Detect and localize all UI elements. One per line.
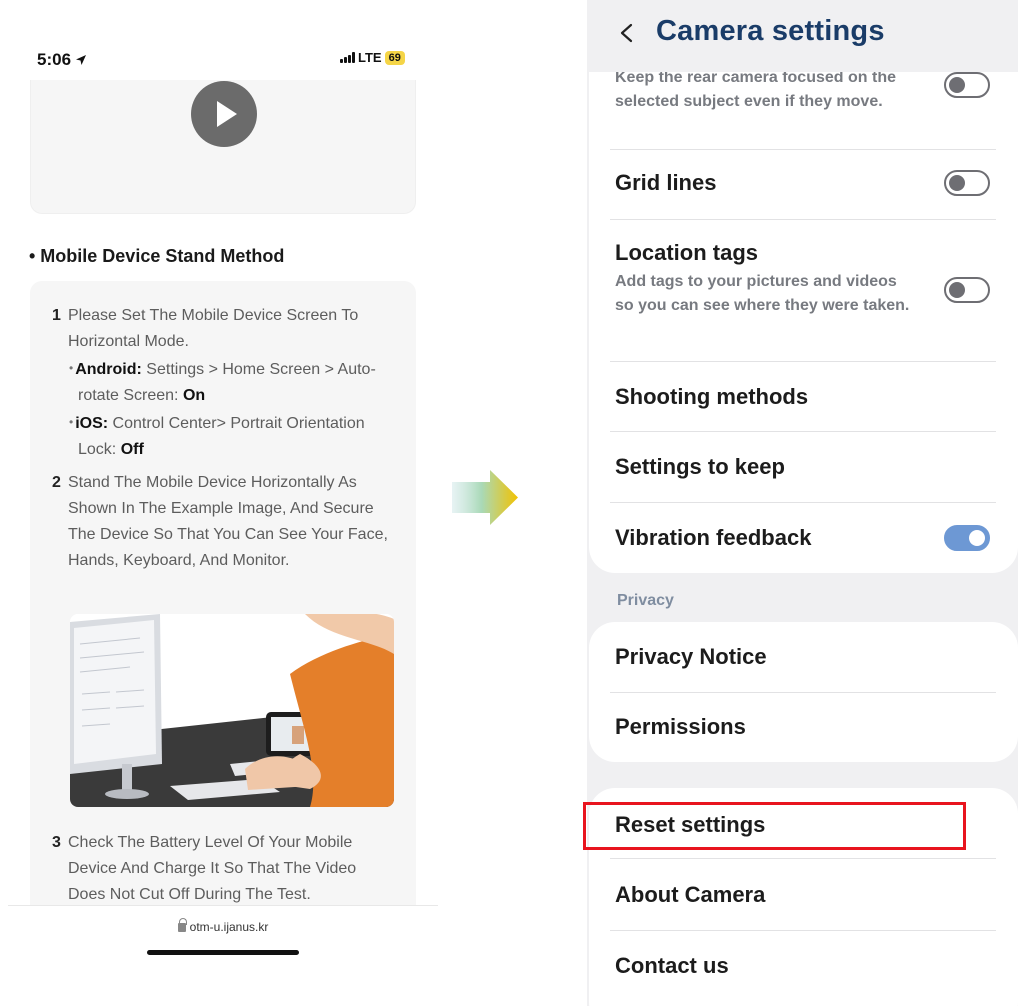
location-arrow-icon (76, 55, 87, 65)
step-1-ios: • iOS: Control Center> Portrait Orientati… (69, 415, 365, 458)
setting-settings-to-keep[interactable]: Settings to keep (615, 454, 997, 480)
left-phone-screen: 5:06 LTE 69 • Mobile Device Stand Method… (0, 0, 440, 1006)
page-title: Camera settings (656, 15, 885, 47)
desk-illustration (70, 614, 394, 807)
url-label: otm-u.ijanus.kr (8, 918, 438, 934)
signal-icon (340, 52, 355, 63)
browser-url-bar[interactable]: otm-u.ijanus.kr (8, 905, 438, 1006)
divider (610, 219, 996, 220)
tracking-af-desc: Keep the rear camera focused on the sele… (615, 69, 896, 110)
bullet-dot-icon: • (69, 415, 74, 429)
video-player (30, 80, 416, 214)
setting-shooting-methods[interactable]: Shooting methods (615, 384, 997, 410)
divider (610, 149, 996, 150)
step-3: 3 Check The Battery Level Of Your Mobile… (52, 834, 357, 903)
section-title: • Mobile Device Stand Method (29, 246, 285, 266)
location-tags-toggle[interactable] (944, 277, 990, 303)
setting-about-camera[interactable]: About Camera (615, 882, 997, 908)
example-setup-image (70, 614, 394, 807)
instructions-card: 1 Please Set The Mobile Device Screen To… (30, 281, 416, 921)
status-indicators: LTE 69 (340, 50, 405, 65)
setting-permissions[interactable]: Permissions (615, 714, 997, 740)
play-icon[interactable] (191, 81, 257, 147)
grid-lines-toggle[interactable] (944, 170, 990, 196)
right-phone-screen: Camera settings Keep the rear camera foc… (587, 0, 1018, 1006)
reset-settings-highlight (583, 802, 966, 850)
privacy-section-label: Privacy (617, 592, 674, 609)
lock-icon (177, 918, 187, 932)
setting-privacy-notice[interactable]: Privacy Notice (615, 644, 997, 670)
setting-vibration-feedback[interactable]: Vibration feedback (615, 525, 997, 551)
battery-badge: 69 (384, 50, 405, 65)
step-1: 1 Please Set The Mobile Device Screen To… (52, 303, 392, 463)
settings-header: Camera settings (587, 0, 1018, 72)
bullet-dot-icon: • (69, 361, 74, 375)
divider (610, 692, 996, 693)
settings-group-general: Keep the rear camera focused on the sele… (589, 40, 1018, 573)
right-arrow-icon (452, 470, 518, 525)
tracking-af-toggle[interactable] (944, 72, 990, 98)
back-chevron-icon[interactable] (617, 22, 639, 44)
settings-group-privacy: Privacy Notice Permissions (589, 622, 1018, 762)
network-type: LTE (358, 50, 382, 65)
setting-contact-us[interactable]: Contact us (615, 953, 997, 979)
vibration-feedback-toggle[interactable] (944, 525, 990, 551)
divider (610, 858, 996, 859)
step-1-android: • Android: Settings > Home Screen > Auto-… (69, 361, 376, 404)
divider (610, 502, 996, 503)
setting-location-tags[interactable]: Location tags Add tags to your pictures … (615, 240, 997, 318)
divider (610, 431, 996, 432)
home-indicator[interactable] (147, 950, 299, 955)
setting-tracking-af[interactable]: Keep the rear camera focused on the sele… (615, 66, 997, 132)
divider (610, 361, 996, 362)
divider (610, 930, 996, 931)
status-time: 5:06 (37, 50, 87, 70)
step-2: 2 Stand The Mobile Device Horizontally A… (52, 474, 388, 569)
setting-grid-lines[interactable]: Grid lines (615, 170, 997, 196)
